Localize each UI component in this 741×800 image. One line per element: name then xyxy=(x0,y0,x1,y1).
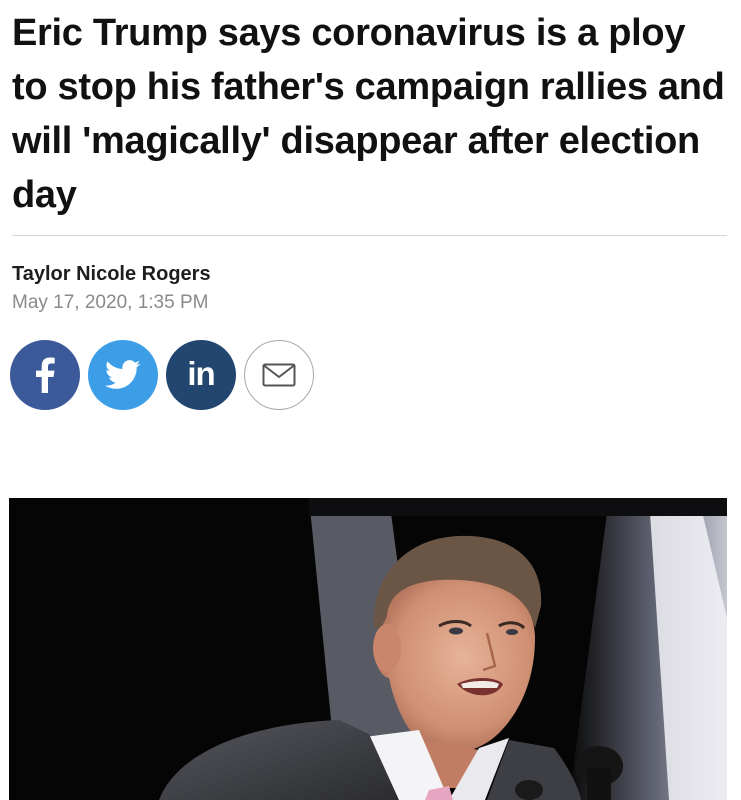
author-name[interactable]: Taylor Nicole Rogers xyxy=(12,261,211,287)
share-linkedin-button[interactable]: in xyxy=(166,340,236,410)
hero-image xyxy=(9,498,727,800)
facebook-icon xyxy=(35,357,55,393)
hero-photo xyxy=(9,498,727,800)
publish-date: May 17, 2020, 1:35 PM xyxy=(12,292,209,313)
linkedin-icon: in xyxy=(187,355,215,392)
headline-divider xyxy=(12,235,727,236)
share-facebook-button[interactable] xyxy=(10,340,80,410)
article-headline: Eric Trump says coronavirus is a ploy to… xyxy=(12,12,725,216)
share-email-button[interactable] xyxy=(244,340,314,410)
share-twitter-button[interactable] xyxy=(88,340,158,410)
article: Eric Trump says coronavirus is a ploy to… xyxy=(0,0,741,800)
share-bar: in xyxy=(10,340,314,412)
envelope-icon xyxy=(262,363,296,387)
twitter-icon xyxy=(105,360,141,390)
